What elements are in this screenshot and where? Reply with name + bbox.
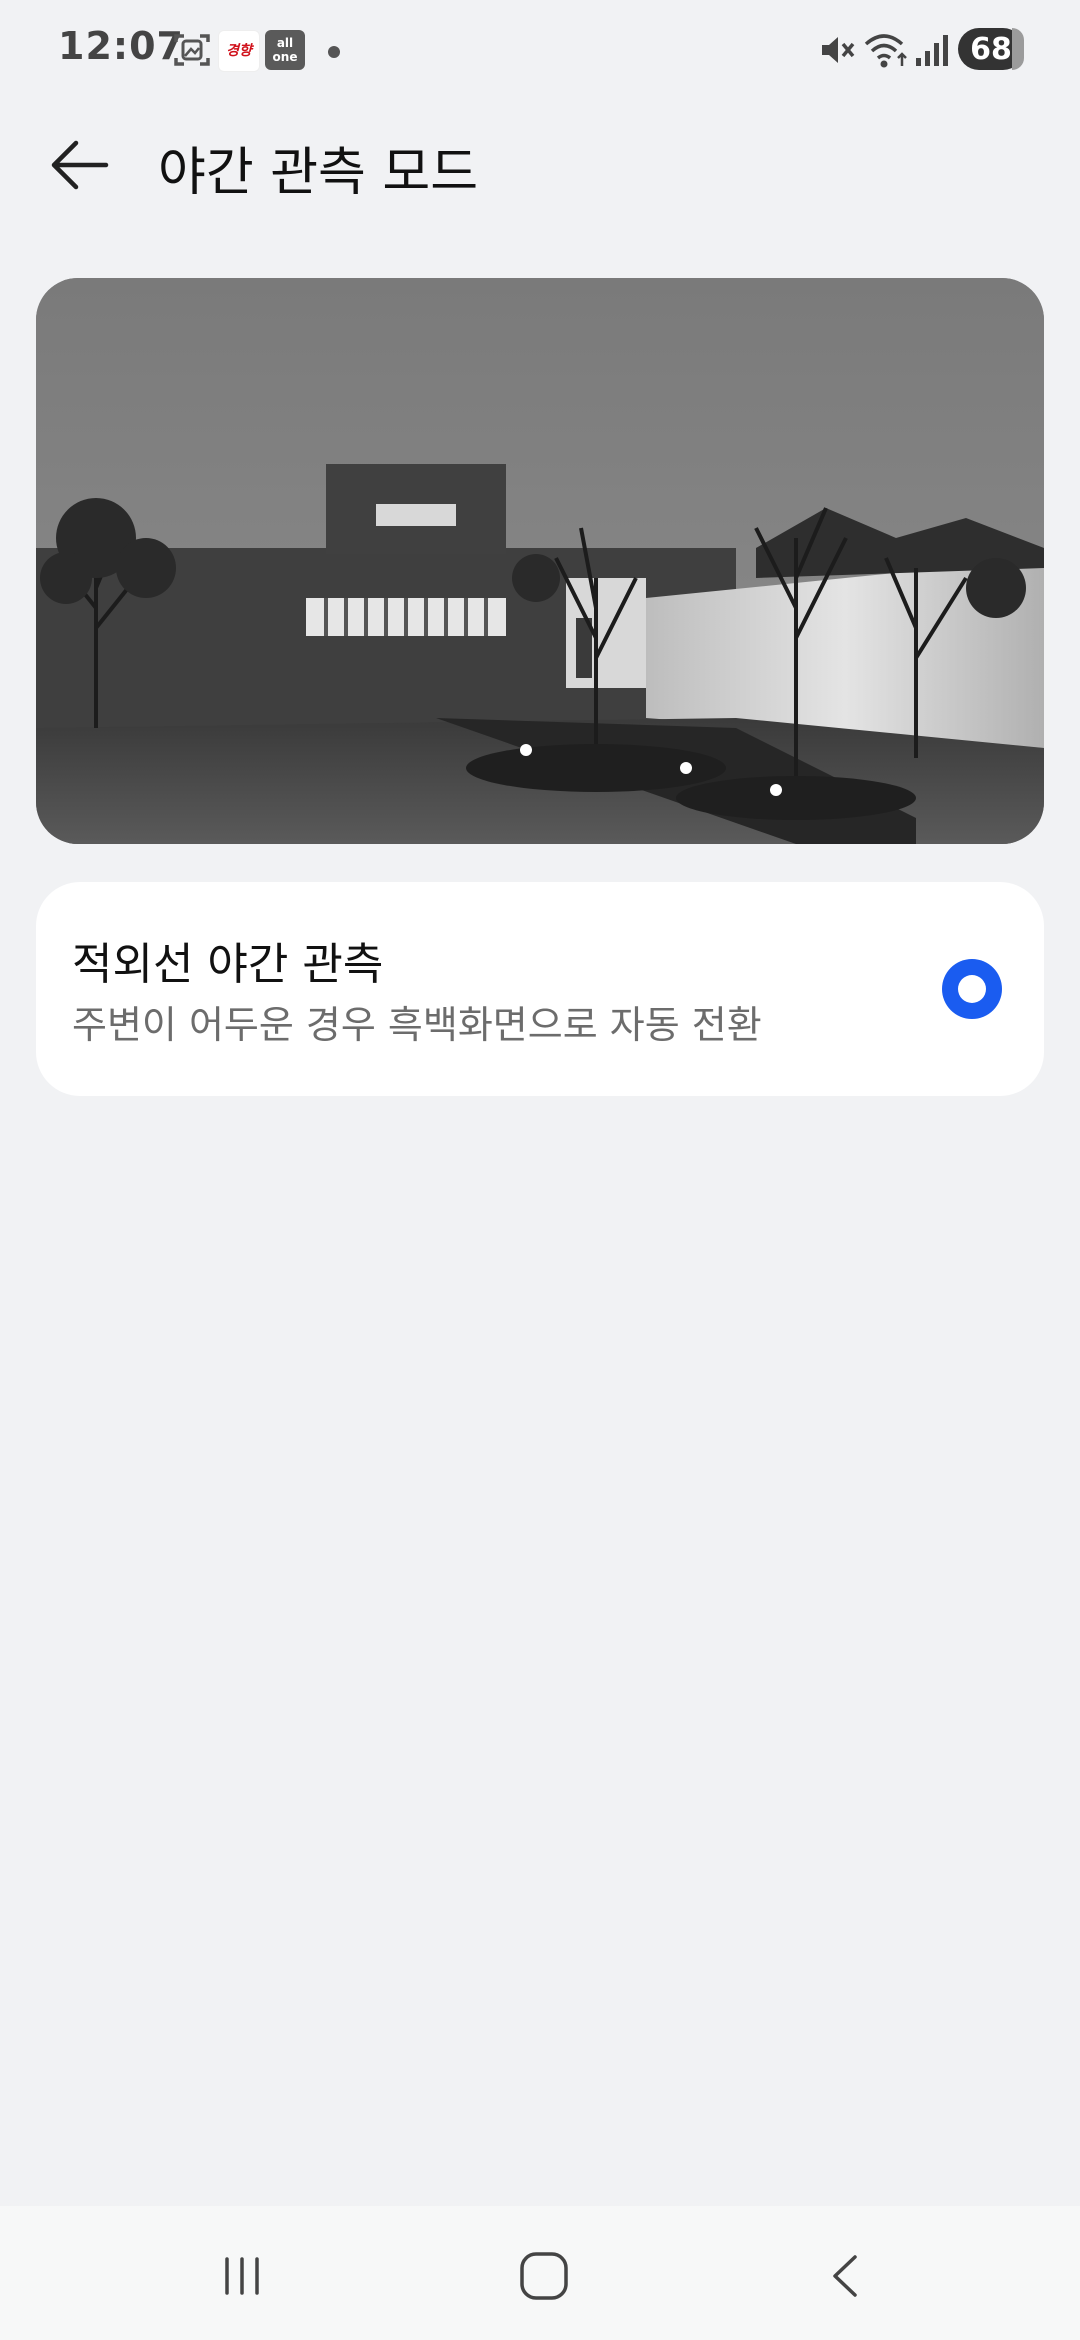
wifi-icon: [862, 30, 910, 74]
system-navigation-bar: [0, 2206, 1080, 2340]
option-description: 주변이 어두운 경우 흑백화면으로 자동 전환: [72, 1003, 762, 1047]
more-notifications-dot: [328, 46, 340, 58]
back-icon: [833, 2255, 857, 2297]
status-time: 12:07: [58, 24, 184, 68]
back-button[interactable]: [40, 125, 120, 205]
allone-app-icon: all one: [265, 30, 305, 70]
battery-indicator: 68: [958, 28, 1024, 70]
signal-icon: [914, 30, 950, 74]
nav-back-button[interactable]: [806, 2236, 886, 2316]
mute-icon: [816, 30, 856, 74]
night-mode-preview-image: [36, 278, 1044, 844]
news-app-icon: 경향: [218, 30, 260, 72]
option-title: 적외선 야간 관측: [72, 939, 384, 990]
recents-button[interactable]: [202, 2236, 282, 2316]
battery-level: 68: [970, 31, 1012, 67]
arrow-left-icon: [51, 140, 109, 190]
home-icon: [520, 2252, 568, 2300]
recents-icon: [225, 2257, 259, 2295]
gallery-icon: [172, 30, 212, 74]
status-bar: 12:07 경향 all one 68: [0, 0, 1080, 100]
infrared-night-vision-option[interactable]: 적외선 야간 관측 주변이 어두운 경우 흑백화면으로 자동 전환: [36, 882, 1044, 1096]
option-radio-selected[interactable]: [942, 959, 1002, 1019]
page-title: 야간 관측 모드: [158, 143, 479, 203]
home-button[interactable]: [504, 2236, 584, 2316]
